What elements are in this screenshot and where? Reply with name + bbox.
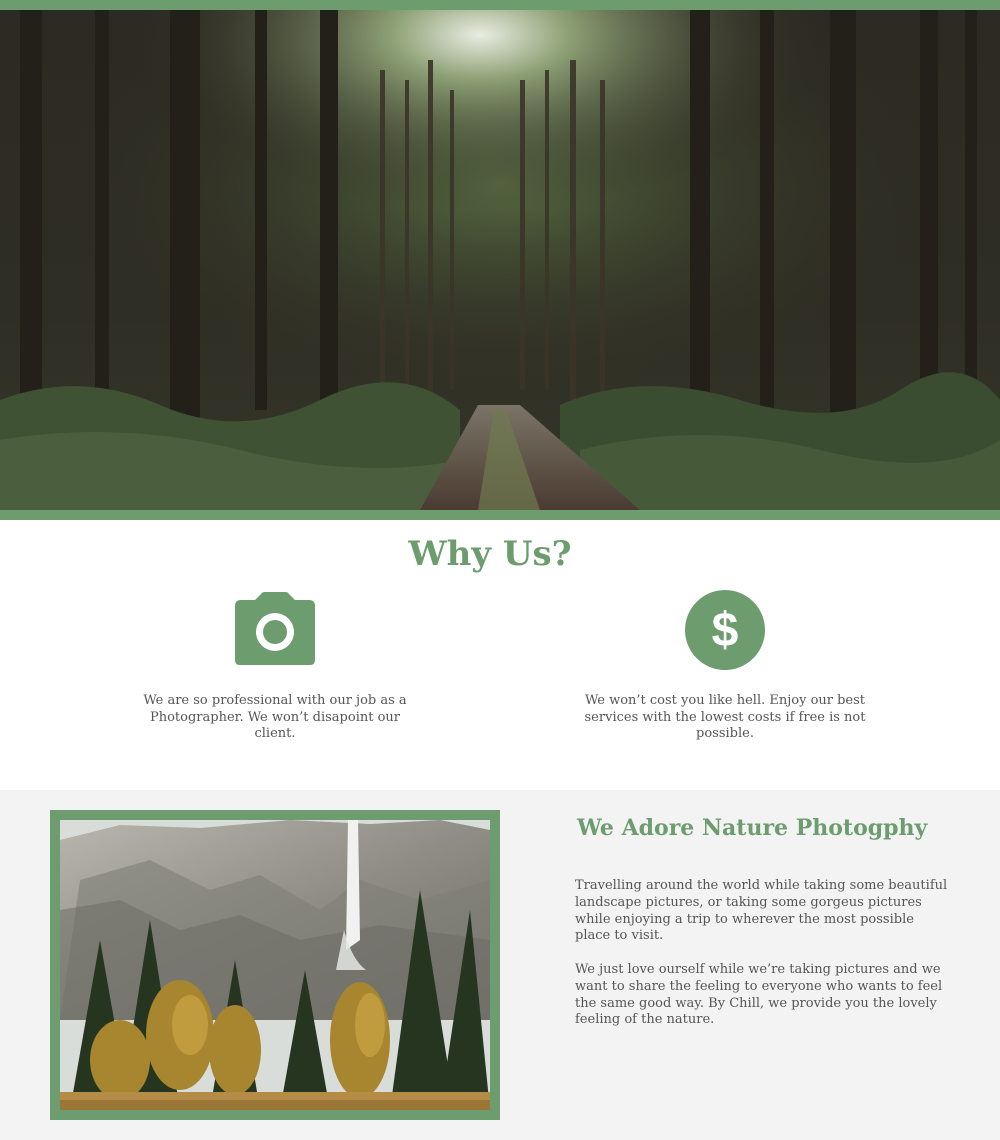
camera-icon [235,592,315,665]
waterfall-mountain-photo [60,820,490,1110]
dollar-icon: $ [685,590,765,670]
svg-text:$: $ [712,604,739,657]
about-photo-frame [50,810,500,1120]
feature-professional: We are so professional with our job as a… [125,590,425,756]
why-us-title: Why Us? [408,534,572,574]
about-paragraph: We just love ourself while we’re taking … [575,962,943,1028]
feature-pricing: $ We won’t cost you like hell. Enjoy our… [575,590,875,756]
feature-text: We are so professional with our job as a… [143,693,407,741]
about-paragraph: Travelling around the world while taking… [575,878,948,944]
about-section: We Adore Nature Photogphy Travelling aro… [0,790,1000,1140]
hero-banner [0,0,1000,520]
forest-road-photo [0,10,1000,510]
about-title: We Adore Nature Photogphy [577,815,928,841]
feature-text: We won’t cost you like hell. Enjoy our b… [584,693,866,741]
